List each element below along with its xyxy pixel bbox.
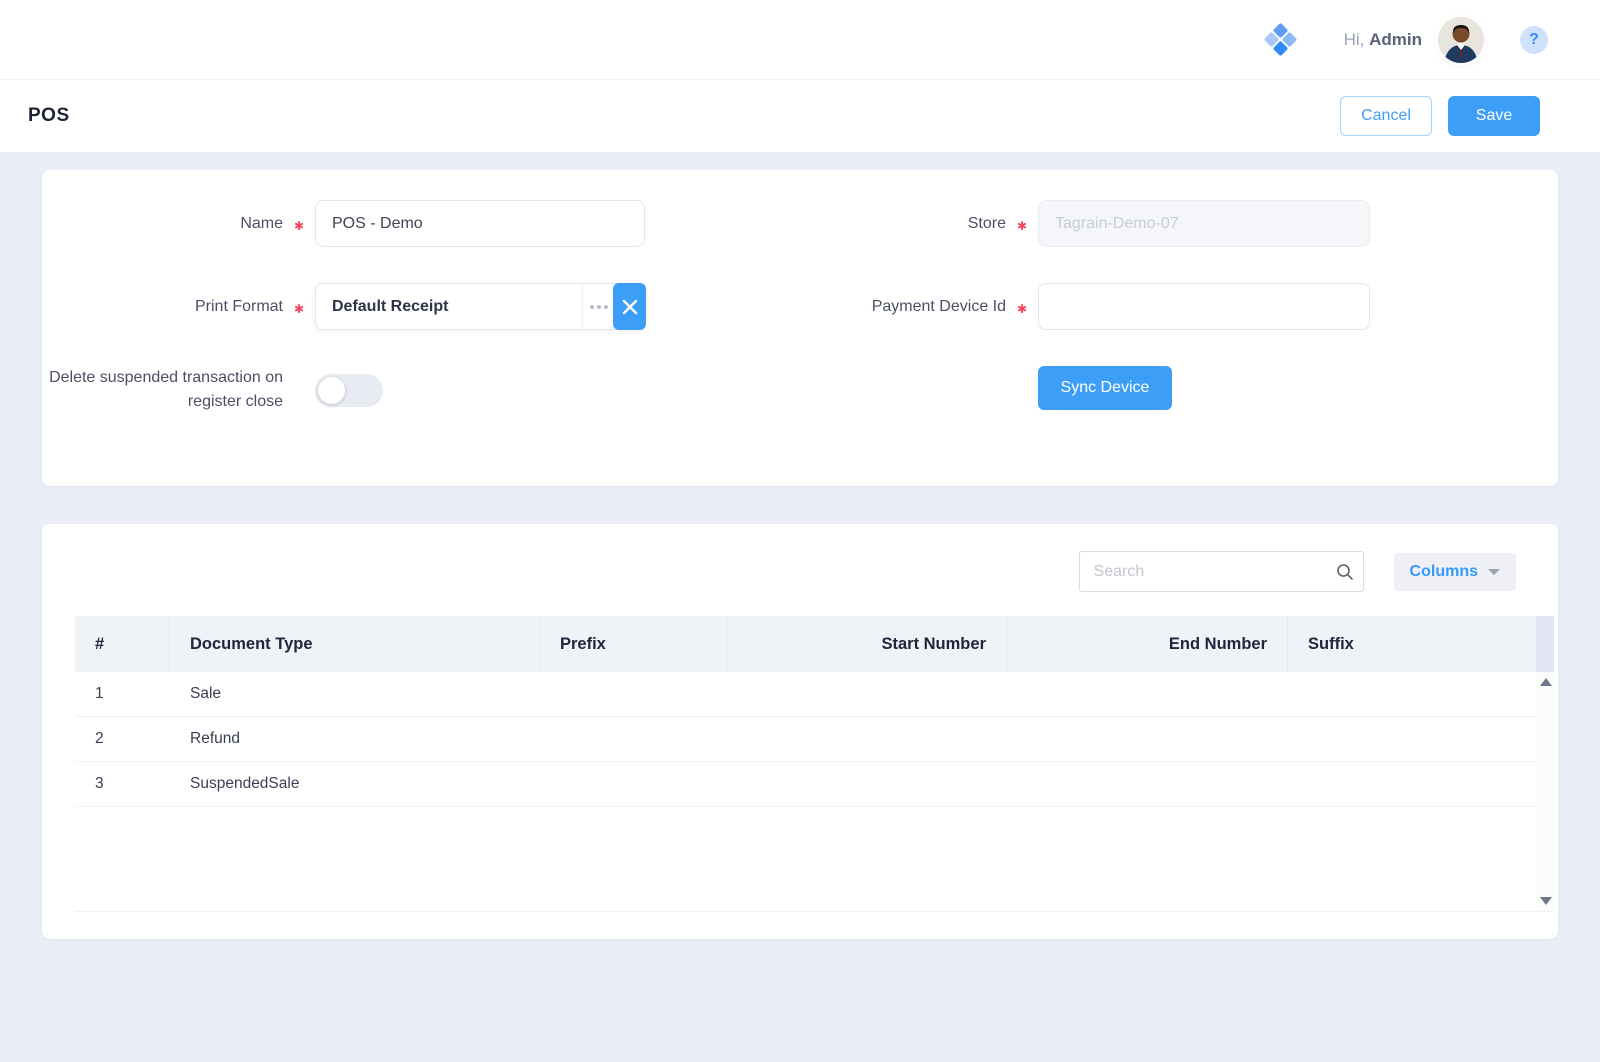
cell-end-number xyxy=(1007,762,1288,806)
print-format-clear-button[interactable] xyxy=(613,283,646,330)
cell-end-number xyxy=(1007,717,1288,761)
columns-button-label: Columns xyxy=(1410,563,1478,581)
table-search-box xyxy=(1079,551,1364,592)
close-icon xyxy=(622,299,638,315)
header-document-type: Document Type xyxy=(170,616,540,672)
save-button[interactable]: Save xyxy=(1448,96,1540,136)
search-icon[interactable] xyxy=(1327,563,1363,581)
required-asterisk: ✱ xyxy=(283,214,315,233)
cell-index: 2 xyxy=(75,717,170,761)
avatar-image xyxy=(1438,17,1484,63)
print-format-label: Print Format xyxy=(42,295,283,319)
scroll-down-icon[interactable] xyxy=(1540,897,1552,905)
store-field-row: Store ✱ xyxy=(780,200,1518,247)
page-toolbar: POS Cancel Save xyxy=(0,80,1600,152)
table-row[interactable]: 2 Refund xyxy=(75,717,1554,762)
toggle-knob xyxy=(318,377,345,404)
cell-prefix xyxy=(540,717,727,761)
cell-prefix xyxy=(540,762,727,806)
cell-document-type: SuspendedSale xyxy=(170,762,540,806)
cell-suffix xyxy=(1288,717,1554,761)
sync-device-row: Sync Device xyxy=(780,366,1518,410)
payment-device-field-row: Payment Device Id ✱ xyxy=(780,283,1518,330)
required-asterisk: ✱ xyxy=(1006,297,1038,316)
cell-index: 3 xyxy=(75,762,170,806)
store-label: Store xyxy=(780,212,1006,236)
header-scrollbar-spacer xyxy=(1537,616,1554,672)
table-body: 1 Sale 2 Refund 3 Suspende xyxy=(75,672,1554,912)
name-label: Name xyxy=(42,212,283,236)
help-icon[interactable]: ? xyxy=(1520,26,1548,54)
search-input[interactable] xyxy=(1080,563,1327,581)
table-row[interactable]: 3 SuspendedSale xyxy=(75,762,1554,807)
cell-index: 1 xyxy=(75,672,170,716)
delete-suspended-label: Delete suspended transaction on register… xyxy=(42,366,283,414)
chevron-down-icon xyxy=(1488,569,1500,575)
user-name: Admin xyxy=(1369,30,1422,49)
cell-document-type: Refund xyxy=(170,717,540,761)
columns-dropdown-button[interactable]: Columns xyxy=(1394,553,1516,591)
cell-prefix xyxy=(540,672,727,716)
payment-device-label: Payment Device Id xyxy=(780,295,1006,319)
print-format-value: Default Receipt xyxy=(316,284,582,329)
cancel-button[interactable]: Cancel xyxy=(1340,96,1432,136)
apps-diamond-icon[interactable] xyxy=(1266,25,1296,55)
required-asterisk: ✱ xyxy=(1006,214,1038,233)
cell-start-number xyxy=(727,717,1007,761)
label-spacer xyxy=(1006,386,1038,391)
user-avatar[interactable] xyxy=(1438,17,1484,63)
cell-suffix xyxy=(1288,672,1554,716)
user-greeting: Hi, Admin xyxy=(1344,30,1422,50)
table-vertical-scrollbar[interactable] xyxy=(1537,672,1554,911)
print-format-select[interactable]: Default Receipt xyxy=(315,283,646,330)
top-header-bar: Hi, Admin ? xyxy=(0,0,1600,80)
name-input[interactable] xyxy=(315,200,645,247)
cell-end-number xyxy=(1007,672,1288,716)
sync-device-button[interactable]: Sync Device xyxy=(1038,366,1172,410)
delete-suspended-toggle[interactable] xyxy=(315,374,383,407)
header-start-number: Start Number xyxy=(727,616,1007,672)
scroll-up-icon[interactable] xyxy=(1540,678,1552,686)
print-format-more-button[interactable] xyxy=(582,284,614,329)
document-types-card: Columns # Document Type Prefix Start Num… xyxy=(42,524,1558,939)
header-end-number: End Number xyxy=(1007,616,1288,672)
header-index: # xyxy=(75,616,170,672)
name-field-row: Name ✱ xyxy=(42,200,780,247)
header-prefix: Prefix xyxy=(540,616,727,672)
cell-start-number xyxy=(727,672,1007,716)
cell-document-type: Sale xyxy=(170,672,540,716)
payment-device-input[interactable] xyxy=(1038,283,1370,330)
document-types-table: # Document Type Prefix Start Number End … xyxy=(75,616,1554,912)
page-title: POS xyxy=(28,105,70,127)
cell-suffix xyxy=(1288,762,1554,806)
store-input xyxy=(1038,200,1370,247)
table-row[interactable]: 1 Sale xyxy=(75,672,1554,717)
table-header-row: # Document Type Prefix Start Number End … xyxy=(75,616,1554,672)
required-asterisk: ✱ xyxy=(283,297,315,316)
print-format-field-row: Print Format ✱ Default Receipt xyxy=(42,283,780,330)
cell-start-number xyxy=(727,762,1007,806)
pos-settings-card: Name ✱ Print Format ✱ Default Receipt xyxy=(42,170,1558,486)
header-suffix: Suffix xyxy=(1288,616,1537,672)
label-spacer xyxy=(283,388,315,393)
delete-suspended-field-row: Delete suspended transaction on register… xyxy=(42,366,780,414)
